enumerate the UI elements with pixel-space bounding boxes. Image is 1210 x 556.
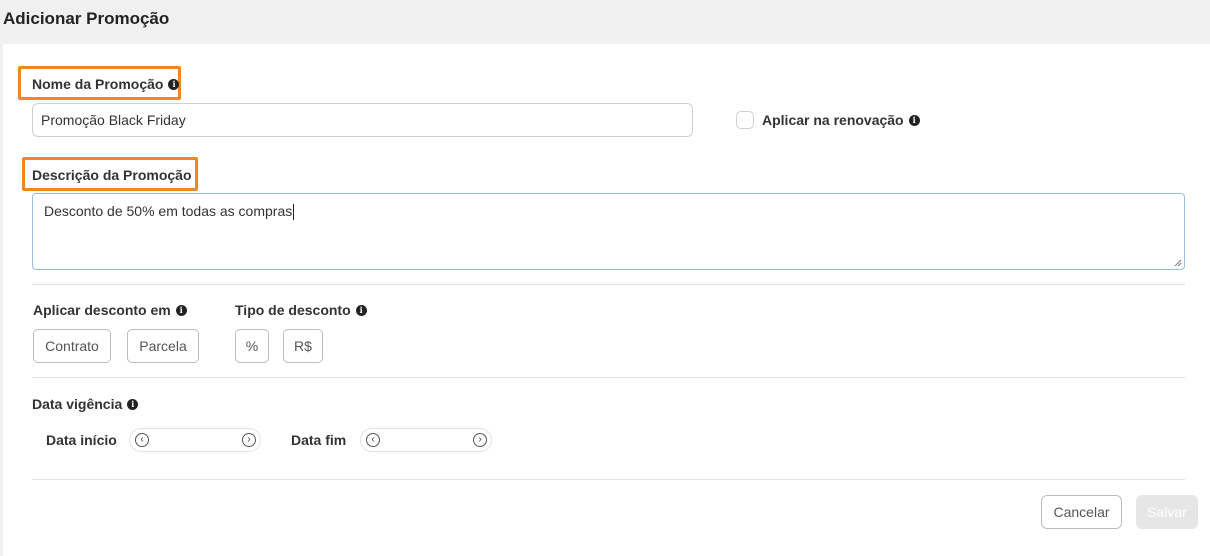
renewal-checkbox[interactable]: [736, 111, 754, 129]
apply-discount-label: Aplicar desconto em i: [33, 302, 187, 318]
renewal-label-text: Aplicar na renovação: [762, 112, 904, 128]
save-button[interactable]: Salvar: [1136, 495, 1198, 529]
chevron-left-icon[interactable]: ‹: [135, 433, 149, 447]
option-percent-label: %: [245, 338, 259, 354]
section-divider: [32, 284, 1185, 285]
description-textarea[interactable]: Desconto de 50% em todas as compras: [32, 193, 1185, 270]
validity-label: Data vigência i: [32, 396, 139, 412]
info-icon[interactable]: i: [355, 304, 367, 316]
option-percent-button[interactable]: %: [235, 329, 269, 363]
end-date-label-text: Data fim: [291, 432, 347, 448]
info-icon[interactable]: i: [908, 114, 920, 126]
info-icon[interactable]: i: [175, 304, 187, 316]
start-date-label: Data início: [46, 432, 117, 448]
option-parcela-button[interactable]: Parcela: [127, 329, 199, 363]
start-date-label-text: Data início: [46, 432, 117, 448]
page-title: Adicionar Promoção: [3, 9, 170, 28]
end-date-label: Data fim: [291, 432, 346, 448]
validity-label-text: Data vigência: [32, 396, 123, 412]
discount-type-label-text: Tipo de desconto: [235, 302, 351, 318]
description-value: Desconto de 50% em todas as compras: [44, 203, 293, 219]
cancel-button-label: Cancelar: [1053, 504, 1110, 520]
chevron-right-icon[interactable]: ›: [242, 433, 256, 447]
promotion-name-input[interactable]: Promoção Black Friday: [32, 103, 693, 137]
end-date-field[interactable]: ‹ ›: [360, 428, 492, 452]
resize-handle-icon[interactable]: [1174, 259, 1182, 267]
apply-discount-label-text: Aplicar desconto em: [33, 302, 171, 318]
save-button-label: Salvar: [1147, 504, 1187, 520]
option-contrato-button[interactable]: Contrato: [33, 329, 111, 363]
description-label: Descrição da Promoção: [32, 167, 192, 183]
cancel-button[interactable]: Cancelar: [1041, 495, 1122, 529]
start-date-field[interactable]: ‹ ›: [129, 428, 261, 452]
info-icon[interactable]: i: [168, 78, 180, 90]
option-currency-button[interactable]: R$: [283, 329, 323, 363]
section-divider: [32, 377, 1185, 378]
info-icon[interactable]: i: [127, 398, 139, 410]
page-header: Adicionar Promoção: [0, 0, 1210, 44]
section-divider: [32, 479, 1185, 480]
name-label-text: Nome da Promoção: [32, 76, 164, 92]
option-currency-label: R$: [294, 338, 312, 354]
option-contrato-label: Contrato: [45, 338, 99, 354]
renewal-label[interactable]: Aplicar na renovação i: [762, 112, 920, 128]
option-parcela-label: Parcela: [139, 338, 187, 354]
chevron-right-icon[interactable]: ›: [473, 433, 487, 447]
description-label-text: Descrição da Promoção: [32, 167, 192, 183]
text-caret: [293, 204, 295, 221]
name-label: Nome da Promoção i: [32, 76, 180, 92]
form-panel: Nome da Promoção i Promoção Black Friday…: [3, 44, 1210, 556]
discount-type-label: Tipo de desconto i: [235, 302, 367, 318]
chevron-left-icon[interactable]: ‹: [366, 433, 380, 447]
promotion-name-value: Promoção Black Friday: [41, 112, 186, 128]
